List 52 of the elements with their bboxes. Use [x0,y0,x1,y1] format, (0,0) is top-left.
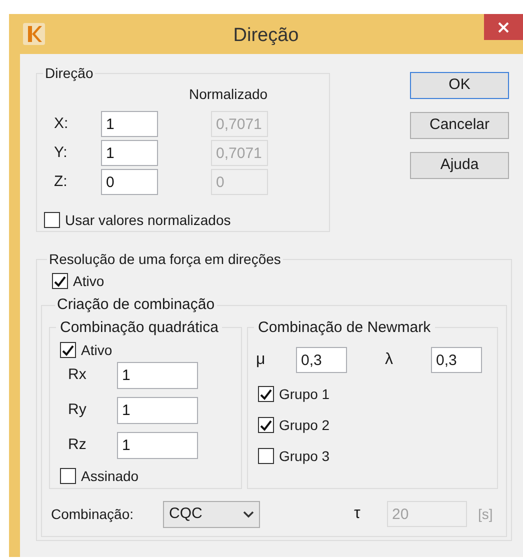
dialog-button[interactable]: OK [410,72,509,99]
axis-label: Y: [54,142,68,163]
checkbox[interactable] [258,448,274,464]
combination-dropdown[interactable]: CQC [163,500,260,528]
checkbox[interactable] [258,417,274,433]
close-button[interactable] [484,14,523,40]
checkmark-icon [260,388,272,400]
axis-label: Z: [54,172,68,192]
combination-label: Combinação: [51,504,134,524]
mu-input-field[interactable]: 0,3 [296,347,347,373]
close-icon [498,22,509,32]
input-field[interactable]: 1 [117,432,198,459]
chevron-down-icon [243,510,254,518]
input-field[interactable]: 0 [101,169,158,195]
lambda-label: λ [385,350,394,370]
input-field[interactable]: 1 [117,362,198,389]
checkbox[interactable] [44,212,60,228]
window-title: Direção [233,24,299,48]
checkbox-label: Grupo 2 [279,416,330,434]
checkbox[interactable] [52,273,68,289]
unit-label: [s] [478,504,493,524]
checkbox-label: Ativo [73,272,104,290]
group-title: Combinação quadrática [59,318,220,338]
checkmark-icon [62,344,74,356]
checkbox-label: Ativo [81,341,112,359]
group-title: Criação de combinação [56,295,216,315]
input-field[interactable]: 1 [117,397,198,424]
group-title: Resolução de uma força em direções [48,250,282,269]
checkbox[interactable] [258,386,274,402]
checkmark-icon [54,276,66,286]
checkbox-label: Assinado [81,467,139,485]
dialog-button[interactable]: Cancelar [410,112,509,139]
group-title: Combinação de Newmark [257,318,432,338]
factor-label: Ry [68,400,88,420]
factor-label: Rz [68,435,88,456]
input-field[interactable]: 1 [101,140,158,166]
tau-label: τ [354,504,362,524]
app-logo-icon [23,23,45,45]
checkbox[interactable] [60,342,76,358]
column-header: Normalizado [189,85,267,104]
group-title: Direção [44,64,94,83]
axis-label: X: [54,114,70,134]
lambda-input-field[interactable]: 0,3 [431,347,482,373]
input-field[interactable]: 1 [101,111,158,137]
factor-label: Rx [68,365,88,386]
checkbox-label: Usar valores normalizados [65,211,231,229]
checkmark-icon [260,420,272,430]
checkbox-label: Grupo 3 [279,447,330,465]
checkbox[interactable] [60,468,76,484]
dialog-button[interactable]: Ajuda [410,152,509,179]
mu-label: μ [256,350,266,370]
checkbox-label: Grupo 1 [279,385,330,403]
